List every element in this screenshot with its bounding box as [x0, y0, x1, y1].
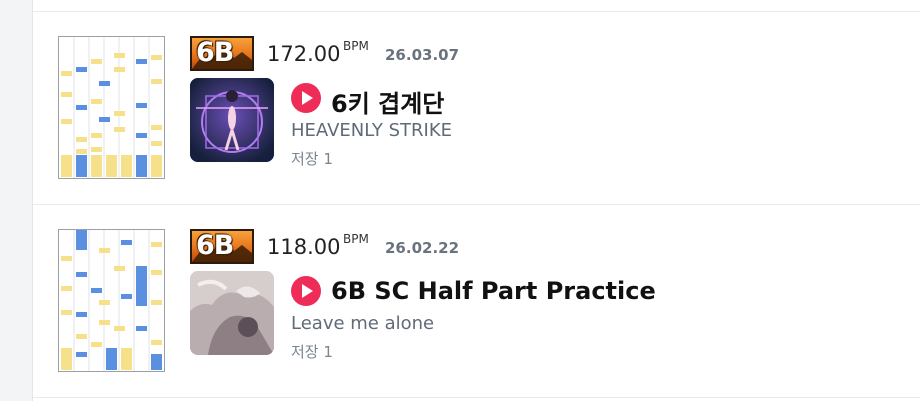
level-label: 6B: [196, 37, 234, 68]
chart-title[interactable]: 6키 겹계단: [331, 84, 444, 119]
jacket-art-image: [190, 78, 274, 162]
save-count: 저장 1: [291, 150, 333, 168]
level-badge: 6B: [190, 229, 254, 264]
level-badge: 6B: [190, 36, 254, 71]
play-icon[interactable]: [291, 276, 321, 306]
level-label: 6B: [196, 230, 234, 261]
chart-list-item[interactable]: 6B 172.00 BPM 26.03.07 6키 겹계단 HEAVENLY S…: [33, 12, 920, 192]
chart-preview-thumbnail[interactable]: [58, 229, 165, 372]
bpm-unit: BPM: [343, 39, 369, 53]
note-pattern-image: [61, 37, 162, 178]
chart-list-item[interactable]: 6B 118.00 BPM 26.02.22 6B SC Half Part P…: [33, 205, 920, 385]
chart-title[interactable]: 6B SC Half Part Practice: [331, 277, 656, 305]
upload-date: 26.03.07: [385, 46, 460, 64]
jacket-art-image: [190, 271, 274, 355]
note-pattern-image: [61, 230, 162, 371]
artist-name: HEAVENLY STRIKE: [291, 120, 452, 141]
jacket-art[interactable]: [190, 271, 274, 355]
play-icon[interactable]: [291, 83, 321, 113]
divider: [33, 397, 920, 398]
chart-list-panel: 6B 172.00 BPM 26.03.07 6키 겹계단 HEAVENLY S…: [32, 0, 920, 401]
bpm-value: 172.00: [267, 42, 341, 66]
save-count: 저장 1: [291, 343, 333, 361]
upload-date: 26.02.22: [385, 239, 460, 257]
bpm-value: 118.00: [267, 235, 341, 259]
jacket-art[interactable]: [190, 78, 274, 162]
bpm-unit: BPM: [343, 232, 369, 246]
chart-preview-thumbnail[interactable]: [58, 36, 165, 179]
artist-name: Leave me alone: [291, 313, 435, 334]
